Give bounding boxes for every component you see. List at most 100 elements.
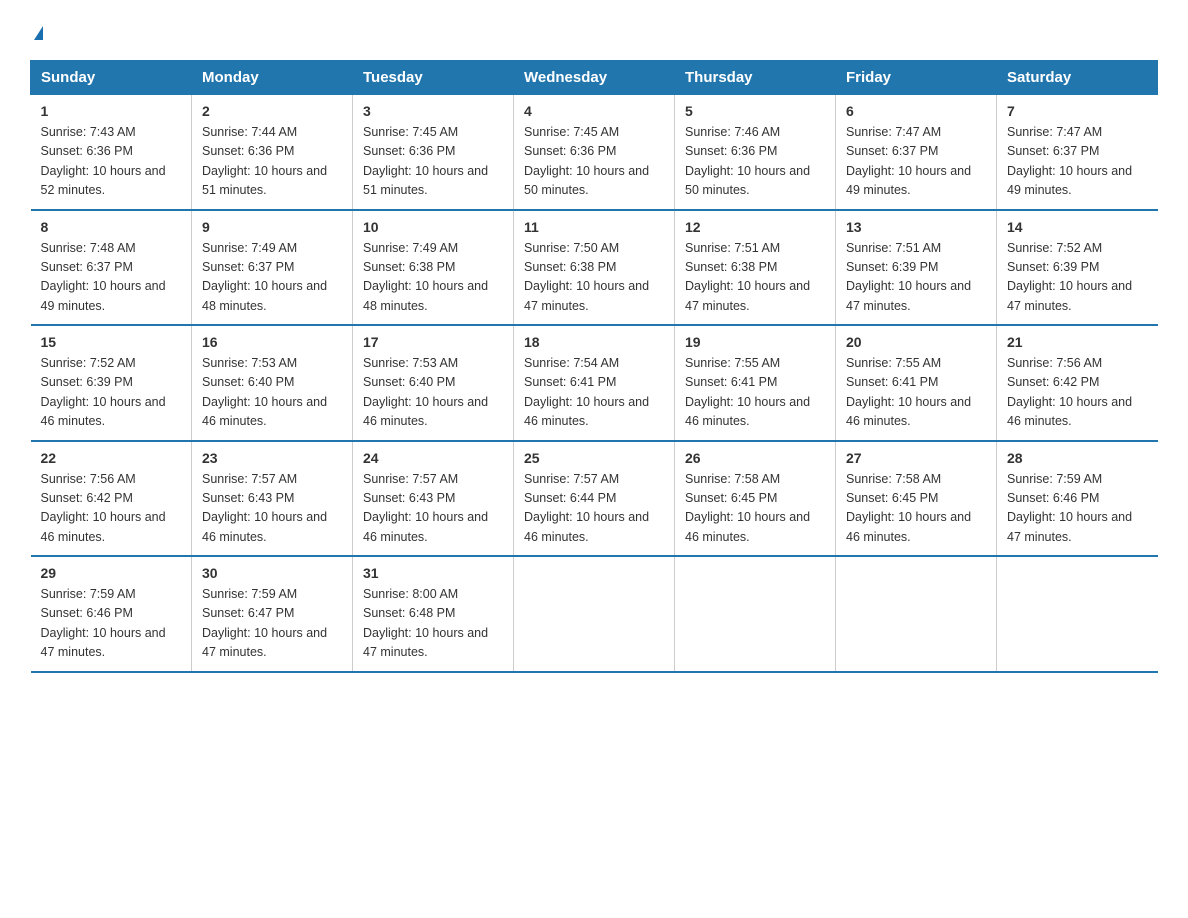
day-number: 14 — [1007, 219, 1148, 235]
day-cell: 30 Sunrise: 7:59 AM Sunset: 6:47 PM Dayl… — [192, 556, 353, 672]
day-info: Sunrise: 7:49 AM Sunset: 6:37 PM Dayligh… — [202, 239, 342, 317]
week-row-1: 1 Sunrise: 7:43 AM Sunset: 6:36 PM Dayli… — [31, 95, 1158, 210]
day-info: Sunrise: 7:55 AM Sunset: 6:41 PM Dayligh… — [846, 354, 986, 432]
day-cell: 5 Sunrise: 7:46 AM Sunset: 6:36 PM Dayli… — [675, 95, 836, 210]
day-cell: 9 Sunrise: 7:49 AM Sunset: 6:37 PM Dayli… — [192, 210, 353, 326]
week-row-4: 22 Sunrise: 7:56 AM Sunset: 6:42 PM Dayl… — [31, 441, 1158, 557]
day-cell: 25 Sunrise: 7:57 AM Sunset: 6:44 PM Dayl… — [514, 441, 675, 557]
day-cell: 12 Sunrise: 7:51 AM Sunset: 6:38 PM Dayl… — [675, 210, 836, 326]
day-cell: 7 Sunrise: 7:47 AM Sunset: 6:37 PM Dayli… — [997, 95, 1158, 210]
day-cell: 16 Sunrise: 7:53 AM Sunset: 6:40 PM Dayl… — [192, 325, 353, 441]
day-cell: 18 Sunrise: 7:54 AM Sunset: 6:41 PM Dayl… — [514, 325, 675, 441]
day-cell: 28 Sunrise: 7:59 AM Sunset: 6:46 PM Dayl… — [997, 441, 1158, 557]
day-info: Sunrise: 7:49 AM Sunset: 6:38 PM Dayligh… — [363, 239, 503, 317]
day-number: 7 — [1007, 103, 1148, 119]
day-info: Sunrise: 7:57 AM Sunset: 6:44 PM Dayligh… — [524, 470, 664, 548]
day-info: Sunrise: 7:47 AM Sunset: 6:37 PM Dayligh… — [1007, 123, 1148, 201]
day-cell: 22 Sunrise: 7:56 AM Sunset: 6:42 PM Dayl… — [31, 441, 192, 557]
day-cell: 17 Sunrise: 7:53 AM Sunset: 6:40 PM Dayl… — [353, 325, 514, 441]
day-cell: 11 Sunrise: 7:50 AM Sunset: 6:38 PM Dayl… — [514, 210, 675, 326]
day-cell: 27 Sunrise: 7:58 AM Sunset: 6:45 PM Dayl… — [836, 441, 997, 557]
day-cell — [675, 556, 836, 672]
day-number: 8 — [41, 219, 182, 235]
calendar-table: SundayMondayTuesdayWednesdayThursdayFrid… — [30, 60, 1158, 673]
week-row-2: 8 Sunrise: 7:48 AM Sunset: 6:37 PM Dayli… — [31, 210, 1158, 326]
day-info: Sunrise: 7:45 AM Sunset: 6:36 PM Dayligh… — [524, 123, 664, 201]
day-info: Sunrise: 7:58 AM Sunset: 6:45 PM Dayligh… — [846, 470, 986, 548]
week-row-5: 29 Sunrise: 7:59 AM Sunset: 6:46 PM Dayl… — [31, 556, 1158, 672]
day-cell: 3 Sunrise: 7:45 AM Sunset: 6:36 PM Dayli… — [353, 95, 514, 210]
day-info: Sunrise: 7:55 AM Sunset: 6:41 PM Dayligh… — [685, 354, 825, 432]
header-sunday: Sunday — [31, 61, 192, 95]
calendar-body: 1 Sunrise: 7:43 AM Sunset: 6:36 PM Dayli… — [31, 95, 1158, 672]
day-number: 29 — [41, 565, 182, 581]
day-info: Sunrise: 7:46 AM Sunset: 6:36 PM Dayligh… — [685, 123, 825, 201]
day-info: Sunrise: 7:44 AM Sunset: 6:36 PM Dayligh… — [202, 123, 342, 201]
page-header — [30, 20, 1158, 40]
day-info: Sunrise: 7:53 AM Sunset: 6:40 PM Dayligh… — [202, 354, 342, 432]
calendar-header: SundayMondayTuesdayWednesdayThursdayFrid… — [31, 61, 1158, 95]
day-cell: 21 Sunrise: 7:56 AM Sunset: 6:42 PM Dayl… — [997, 325, 1158, 441]
day-number: 11 — [524, 219, 664, 235]
day-number: 13 — [846, 219, 986, 235]
day-number: 18 — [524, 334, 664, 350]
day-cell: 31 Sunrise: 8:00 AM Sunset: 6:48 PM Dayl… — [353, 556, 514, 672]
day-number: 4 — [524, 103, 664, 119]
day-cell: 13 Sunrise: 7:51 AM Sunset: 6:39 PM Dayl… — [836, 210, 997, 326]
header-row: SundayMondayTuesdayWednesdayThursdayFrid… — [31, 61, 1158, 95]
day-number: 21 — [1007, 334, 1148, 350]
day-number: 19 — [685, 334, 825, 350]
day-cell: 10 Sunrise: 7:49 AM Sunset: 6:38 PM Dayl… — [353, 210, 514, 326]
day-number: 9 — [202, 219, 342, 235]
week-row-3: 15 Sunrise: 7:52 AM Sunset: 6:39 PM Dayl… — [31, 325, 1158, 441]
day-info: Sunrise: 7:43 AM Sunset: 6:36 PM Dayligh… — [41, 123, 182, 201]
day-number: 23 — [202, 450, 342, 466]
day-number: 27 — [846, 450, 986, 466]
header-thursday: Thursday — [675, 61, 836, 95]
day-number: 2 — [202, 103, 342, 119]
day-info: Sunrise: 7:51 AM Sunset: 6:39 PM Dayligh… — [846, 239, 986, 317]
day-number: 24 — [363, 450, 503, 466]
header-wednesday: Wednesday — [514, 61, 675, 95]
day-number: 26 — [685, 450, 825, 466]
day-number: 28 — [1007, 450, 1148, 466]
day-cell — [997, 556, 1158, 672]
day-cell: 20 Sunrise: 7:55 AM Sunset: 6:41 PM Dayl… — [836, 325, 997, 441]
day-info: Sunrise: 7:51 AM Sunset: 6:38 PM Dayligh… — [685, 239, 825, 317]
day-number: 3 — [363, 103, 503, 119]
header-friday: Friday — [836, 61, 997, 95]
header-tuesday: Tuesday — [353, 61, 514, 95]
day-number: 12 — [685, 219, 825, 235]
day-cell: 29 Sunrise: 7:59 AM Sunset: 6:46 PM Dayl… — [31, 556, 192, 672]
day-number: 20 — [846, 334, 986, 350]
logo — [30, 20, 43, 40]
day-number: 16 — [202, 334, 342, 350]
day-info: Sunrise: 7:58 AM Sunset: 6:45 PM Dayligh… — [685, 470, 825, 548]
header-saturday: Saturday — [997, 61, 1158, 95]
day-number: 25 — [524, 450, 664, 466]
day-cell — [514, 556, 675, 672]
day-info: Sunrise: 7:50 AM Sunset: 6:38 PM Dayligh… — [524, 239, 664, 317]
day-cell: 1 Sunrise: 7:43 AM Sunset: 6:36 PM Dayli… — [31, 95, 192, 210]
day-info: Sunrise: 7:45 AM Sunset: 6:36 PM Dayligh… — [363, 123, 503, 201]
day-info: Sunrise: 7:56 AM Sunset: 6:42 PM Dayligh… — [1007, 354, 1148, 432]
day-cell: 23 Sunrise: 7:57 AM Sunset: 6:43 PM Dayl… — [192, 441, 353, 557]
day-info: Sunrise: 7:59 AM Sunset: 6:47 PM Dayligh… — [202, 585, 342, 663]
day-cell: 4 Sunrise: 7:45 AM Sunset: 6:36 PM Dayli… — [514, 95, 675, 210]
day-number: 17 — [363, 334, 503, 350]
day-number: 6 — [846, 103, 986, 119]
day-cell: 26 Sunrise: 7:58 AM Sunset: 6:45 PM Dayl… — [675, 441, 836, 557]
day-info: Sunrise: 7:52 AM Sunset: 6:39 PM Dayligh… — [41, 354, 182, 432]
day-info: Sunrise: 7:52 AM Sunset: 6:39 PM Dayligh… — [1007, 239, 1148, 317]
day-info: Sunrise: 7:48 AM Sunset: 6:37 PM Dayligh… — [41, 239, 182, 317]
day-info: Sunrise: 7:56 AM Sunset: 6:42 PM Dayligh… — [41, 470, 182, 548]
day-info: Sunrise: 7:47 AM Sunset: 6:37 PM Dayligh… — [846, 123, 986, 201]
header-monday: Monday — [192, 61, 353, 95]
day-number: 5 — [685, 103, 825, 119]
day-number: 31 — [363, 565, 503, 581]
day-number: 1 — [41, 103, 182, 119]
day-number: 15 — [41, 334, 182, 350]
day-cell — [836, 556, 997, 672]
day-cell: 19 Sunrise: 7:55 AM Sunset: 6:41 PM Dayl… — [675, 325, 836, 441]
day-cell: 6 Sunrise: 7:47 AM Sunset: 6:37 PM Dayli… — [836, 95, 997, 210]
